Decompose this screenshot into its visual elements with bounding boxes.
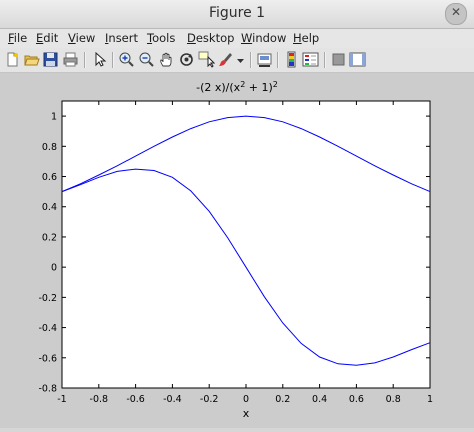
print-icon[interactable] bbox=[62, 51, 79, 68]
x-tick-label: 0.2 bbox=[275, 394, 290, 405]
x-tick-label: 0 bbox=[243, 394, 249, 405]
toolbar-separator bbox=[277, 52, 279, 68]
brush-icon[interactable] bbox=[217, 51, 234, 68]
y-tick-label: 0.2 bbox=[42, 232, 57, 243]
x-tick-label: -0.4 bbox=[163, 394, 182, 405]
x-tick-label: -0.6 bbox=[126, 394, 145, 405]
y-tick-label: 0.8 bbox=[42, 142, 57, 153]
title-bar[interactable]: Figure 1 ✕ bbox=[0, 0, 474, 29]
open-file-icon[interactable] bbox=[23, 51, 40, 68]
y-tick-label: 0.6 bbox=[42, 172, 57, 183]
new-figure-icon[interactable] bbox=[4, 51, 21, 68]
link-plot-icon[interactable] bbox=[256, 51, 273, 68]
toolbar-separator bbox=[250, 52, 252, 68]
x-tick-label: -0.2 bbox=[200, 394, 219, 405]
y-tick-label: -0.4 bbox=[38, 323, 57, 334]
legend-icon[interactable] bbox=[302, 51, 319, 68]
zoom-out-icon[interactable] bbox=[138, 51, 155, 68]
x-axis-label: x bbox=[243, 407, 250, 420]
y-tick-label: 0.4 bbox=[42, 202, 57, 213]
arrow-pointer-icon[interactable] bbox=[91, 51, 108, 68]
menu-insert[interactable]: Insert bbox=[105, 31, 138, 45]
y-tick-label: -0.8 bbox=[38, 384, 57, 395]
menu-window[interactable]: Window bbox=[241, 31, 286, 45]
x-tick-label: 0.4 bbox=[312, 394, 327, 405]
plot-title: -(2 x)/(x2 + 1)2 bbox=[196, 80, 278, 94]
close-icon: ✕ bbox=[450, 5, 462, 19]
rotate-3d-icon[interactable] bbox=[178, 51, 195, 68]
y-tick-label: 0 bbox=[51, 263, 57, 274]
x-tick-label: -1 bbox=[57, 394, 66, 405]
zoom-in-icon[interactable] bbox=[118, 51, 135, 68]
figure-canvas: -(2 x)/(x2 + 1)2 -1 -0.8 -0.6 -0.4 -0.2 0 0.2 0… bbox=[0, 73, 474, 428]
x-tick-label: 0.8 bbox=[386, 394, 401, 405]
menu-bar: File Edit View Insert Tools Desktop Wind… bbox=[0, 29, 474, 48]
y-tick-label: -0.2 bbox=[38, 293, 57, 304]
y-tick-label: -0.6 bbox=[38, 353, 57, 364]
window-title: Figure 1 bbox=[208, 5, 266, 21]
figure-toolbar bbox=[0, 48, 474, 73]
menu-tools[interactable]: Tools bbox=[147, 31, 175, 45]
pan-hand-icon[interactable] bbox=[158, 51, 175, 68]
hide-plot-tools-icon[interactable] bbox=[330, 51, 347, 68]
axes[interactable] bbox=[61, 100, 431, 389]
data-cursor-icon[interactable] bbox=[198, 51, 215, 68]
x-tick-label: -0.8 bbox=[90, 394, 109, 405]
toolbar-separator bbox=[112, 52, 114, 68]
menu-help[interactable]: Help bbox=[293, 31, 319, 45]
y-tick-label: 1 bbox=[51, 112, 57, 123]
menu-view[interactable]: View bbox=[68, 31, 95, 45]
colorbar-icon[interactable] bbox=[283, 51, 300, 68]
save-icon[interactable] bbox=[42, 51, 59, 68]
dropdown-arrow-icon[interactable] bbox=[235, 51, 246, 68]
menu-file[interactable]: File bbox=[8, 31, 27, 45]
menu-desktop[interactable]: Desktop bbox=[187, 31, 234, 45]
close-button[interactable]: ✕ bbox=[445, 3, 467, 25]
x-tick-label: 1 bbox=[427, 394, 433, 405]
toolbar-separator bbox=[324, 52, 326, 68]
toolbar-separator bbox=[84, 52, 86, 68]
plot-svg: -(2 x)/(x2 + 1)2 -1 -0.8 -0.6 -0.4 -0.2 0 0.2 0… bbox=[38, 80, 433, 420]
x-tick-label: 0.6 bbox=[349, 394, 364, 405]
show-plot-tools-icon[interactable] bbox=[349, 51, 366, 68]
figure-window: Figure 1 ✕ File Edit View Insert Tools D… bbox=[0, 0, 474, 428]
menu-edit[interactable]: Edit bbox=[36, 31, 58, 45]
